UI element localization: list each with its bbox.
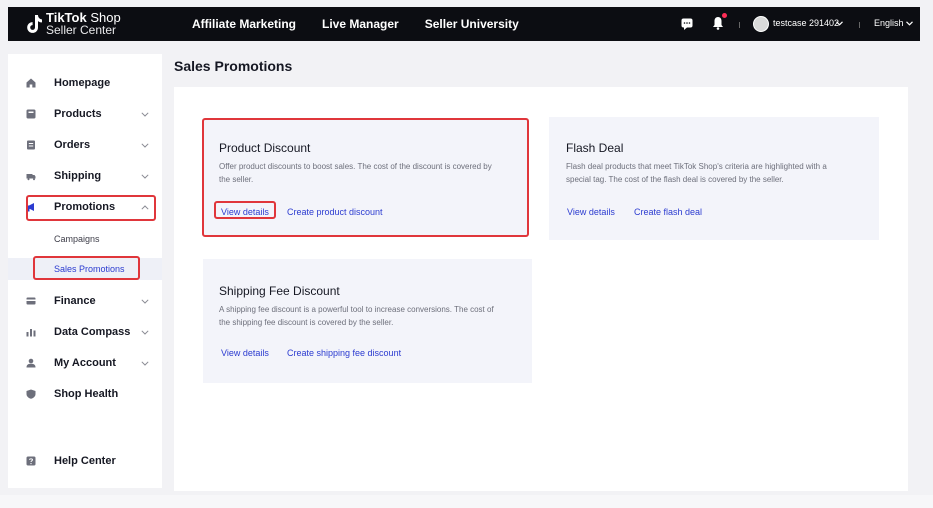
- sidebar: Homepage Products Orders Shipping Promot…: [8, 54, 162, 488]
- top-nav: Affiliate Marketing Live Manager Seller …: [192, 7, 519, 41]
- sidebar-item-label: My Account: [54, 357, 116, 369]
- sidebar-subitem-campaigns[interactable]: Campaigns: [8, 228, 162, 250]
- page-title: Sales Promotions: [174, 58, 293, 74]
- data-compass-icon: [26, 329, 36, 337]
- sidebar-item-help-center[interactable]: Help Center: [8, 448, 162, 474]
- create-shipping-fee-discount-link[interactable]: Create shipping fee discount: [287, 348, 401, 358]
- sidebar-item-label: Products: [54, 108, 102, 120]
- chevron-down-icon[interactable]: [141, 143, 149, 148]
- help-center-icon: [26, 456, 36, 466]
- sidebar-subitem-label: Sales Promotions: [54, 264, 125, 274]
- shipping-icon: [26, 174, 36, 181]
- card-title: Flash Deal: [566, 141, 624, 155]
- chevron-up-icon[interactable]: [141, 205, 149, 210]
- sidebar-item-label: Data Compass: [54, 326, 131, 338]
- chevron-down-icon[interactable]: [141, 112, 149, 117]
- view-details-link[interactable]: View details: [567, 207, 615, 217]
- finance-icon: [26, 297, 36, 305]
- home-icon: [26, 78, 36, 88]
- sidebar-item-label: Orders: [54, 139, 91, 151]
- divider: [739, 22, 740, 28]
- sidebar-item-shop-health[interactable]: Shop Health: [8, 381, 162, 407]
- sidebar-item-my-account[interactable]: My Account: [8, 350, 162, 376]
- card-flash-deal: Flash Deal Flash deal products that meet…: [549, 117, 879, 240]
- sidebar-item-label: Shipping: [54, 170, 102, 182]
- top-bar: TikTok Shop Seller Center Affiliate Mark…: [8, 7, 920, 41]
- sidebar-item-finance[interactable]: Finance: [8, 288, 162, 314]
- chat-icon[interactable]: [681, 18, 693, 30]
- sidebar-item-label: Finance: [54, 295, 96, 307]
- card-title: Shipping Fee Discount: [219, 284, 340, 298]
- card-description: Flash deal products that meet TikTok Sho…: [566, 162, 827, 171]
- sidebar-item-label: Shop Health: [54, 388, 119, 400]
- sidebar-item-data-compass[interactable]: Data Compass: [8, 319, 162, 345]
- chevron-down-icon[interactable]: [836, 21, 843, 26]
- notification-dot: [722, 13, 727, 18]
- shop-health-icon: [26, 389, 36, 399]
- card-description: the shipping fee discount is covered by …: [219, 318, 394, 327]
- avatar[interactable]: [753, 16, 769, 32]
- card-product-discount: Product Discount Offer product discounts…: [203, 119, 528, 236]
- card-description: Offer product discounts to boost sales. …: [219, 162, 492, 171]
- card-description: special tag. The cost of the flash deal …: [566, 175, 784, 184]
- card-description: A shipping fee discount is a powerful to…: [219, 305, 494, 314]
- brand-subtitle: Seller Center: [46, 23, 117, 37]
- page-bottom: [0, 495, 933, 508]
- chevron-down-icon[interactable]: [141, 361, 149, 366]
- card-shipping-fee-discount: Shipping Fee Discount A shipping fee dis…: [203, 259, 532, 383]
- brand-logo-text[interactable]: TikTok Shop Seller Center: [46, 11, 121, 37]
- sidebar-subitem-label: Campaigns: [54, 234, 100, 244]
- card-title: Product Discount: [219, 141, 311, 155]
- topnav-affiliate-marketing[interactable]: Affiliate Marketing: [192, 17, 296, 31]
- user-name[interactable]: testcase 291402: [773, 18, 839, 28]
- chevron-down-icon[interactable]: [141, 299, 149, 304]
- sidebar-item-homepage[interactable]: Homepage: [8, 70, 162, 96]
- tiktok-logo-icon[interactable]: [27, 14, 43, 34]
- create-product-discount-link[interactable]: Create product discount: [287, 207, 383, 217]
- card-description: the seller.: [219, 175, 254, 184]
- view-details-link[interactable]: View details: [221, 207, 269, 217]
- sidebar-item-label: Help Center: [54, 455, 116, 467]
- sidebar-item-label: Promotions: [54, 201, 116, 213]
- account-icon: [26, 358, 36, 368]
- divider: [859, 22, 860, 28]
- language-selector[interactable]: English: [874, 18, 904, 28]
- sidebar-item-promotions[interactable]: Promotions: [8, 194, 162, 220]
- topnav-live-manager[interactable]: Live Manager: [322, 17, 399, 31]
- products-icon: [26, 109, 36, 119]
- sidebar-item-shipping[interactable]: Shipping: [8, 163, 162, 189]
- orders-icon: [27, 140, 35, 150]
- chevron-down-icon[interactable]: [141, 330, 149, 335]
- sidebar-item-products[interactable]: Products: [8, 101, 162, 127]
- view-details-link[interactable]: View details: [221, 348, 269, 358]
- sidebar-item-orders[interactable]: Orders: [8, 132, 162, 158]
- sidebar-subitem-sales-promotions[interactable]: Sales Promotions: [8, 258, 162, 280]
- chevron-down-icon[interactable]: [906, 21, 913, 26]
- create-flash-deal-link[interactable]: Create flash deal: [634, 207, 702, 217]
- chevron-down-icon[interactable]: [141, 174, 149, 179]
- sidebar-item-label: Homepage: [54, 77, 111, 89]
- bell-icon[interactable]: [712, 16, 724, 30]
- topnav-seller-university[interactable]: Seller University: [425, 17, 519, 31]
- promotions-icon: [26, 203, 34, 212]
